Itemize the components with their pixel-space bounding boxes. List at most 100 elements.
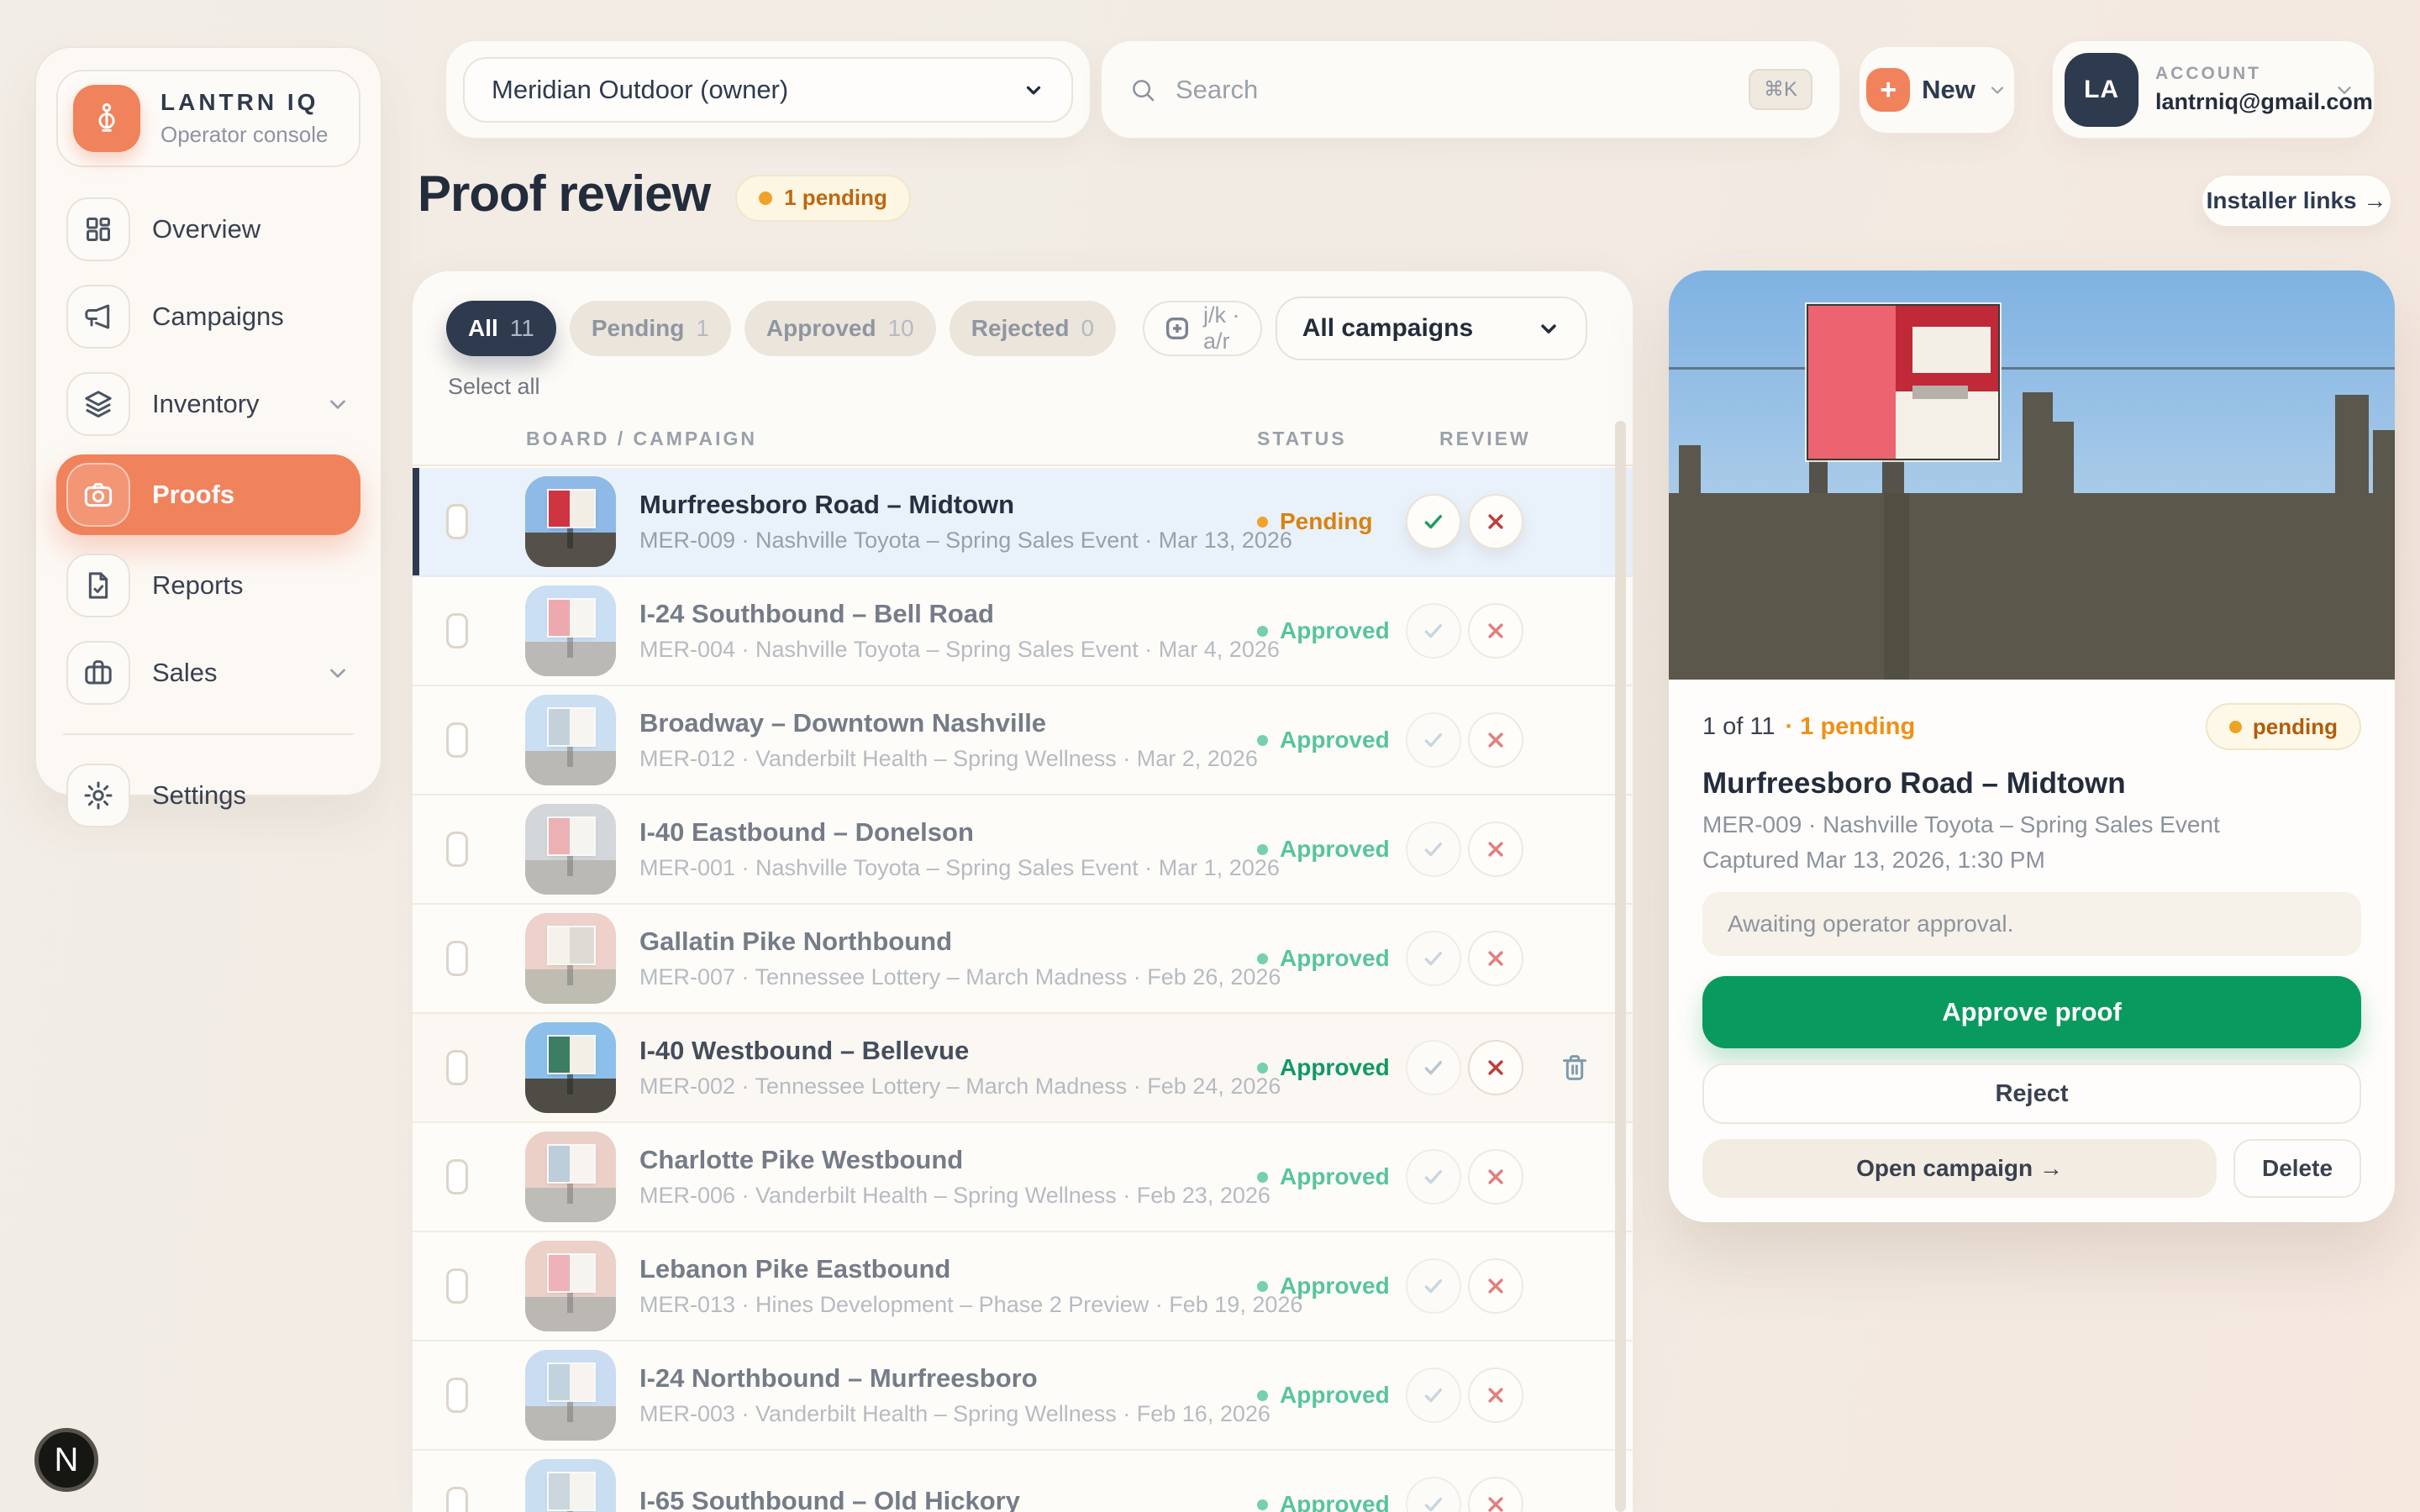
briefcase-icon [66, 641, 130, 705]
framework-badge[interactable]: N [34, 1428, 98, 1492]
row-checkbox[interactable] [446, 832, 468, 867]
campaign-filter-select[interactable]: All campaigns [1276, 297, 1587, 360]
reject-row-button[interactable] [1468, 1040, 1523, 1095]
open-campaign-button[interactable]: Open campaign → [1702, 1139, 2217, 1198]
proof-meta: MER-009 · Nashville Toyota – Spring Sale… [1702, 811, 2361, 838]
approve-row-button[interactable] [1406, 931, 1461, 986]
row-status: Approved [1257, 836, 1390, 863]
table-row[interactable]: Lebanon Pike Eastbound MER-013 · Hines D… [413, 1232, 1633, 1341]
delete-proof-button[interactable]: Delete [2233, 1139, 2361, 1198]
trash-button[interactable] [1552, 1045, 1597, 1090]
sidebar-item-settings[interactable]: Settings [56, 759, 360, 832]
x-icon [1483, 618, 1508, 643]
x-icon [1483, 1055, 1508, 1080]
check-icon [1420, 836, 1447, 863]
approve-row-button[interactable] [1406, 822, 1461, 877]
table-row[interactable]: I-65 Southbound – Old Hickory Approved [413, 1451, 1633, 1512]
approve-row-button[interactable] [1406, 494, 1461, 549]
row-title: I-40 Eastbound – Donelson [639, 817, 1280, 848]
row-checkbox[interactable] [446, 1268, 468, 1304]
reject-row-button[interactable] [1468, 1368, 1523, 1423]
new-button-label: New [1922, 75, 1975, 105]
status-badge: pending [2206, 703, 2361, 750]
select-all-link[interactable]: Select all [448, 374, 540, 400]
row-title: Lebanon Pike Eastbound [639, 1254, 1302, 1284]
new-button[interactable]: + New [1859, 46, 2015, 134]
keyboard-icon [1163, 314, 1192, 343]
row-meta: MER-006 · Vanderbilt Health – Spring Wel… [639, 1183, 1270, 1209]
approve-row-button[interactable] [1406, 1258, 1461, 1314]
row-title: I-65 Southbound – Old Hickory [639, 1486, 1020, 1512]
status-dot-icon [1257, 735, 1268, 746]
row-meta: MER-004 · Nashville Toyota – Spring Sale… [639, 637, 1280, 663]
table-row[interactable]: I-40 Eastbound – Donelson MER-001 · Nash… [413, 795, 1633, 905]
reject-proof-button[interactable]: Reject [1702, 1063, 2361, 1124]
board-thumbnail [525, 1350, 616, 1441]
sidebar-item-proofs[interactable]: Proofs [56, 454, 360, 535]
sidebar-item-sales[interactable]: Sales [56, 636, 360, 710]
row-meta: MER-003 · Vanderbilt Health – Spring Wel… [639, 1401, 1270, 1427]
search-input[interactable]: Search [1176, 75, 1730, 105]
row-checkbox[interactable] [446, 613, 468, 648]
workspace-select[interactable]: Meridian Outdoor (owner) [463, 57, 1073, 123]
sidebar-item-inventory[interactable]: Inventory [56, 367, 360, 441]
approve-proof-button[interactable]: Approve proof [1702, 976, 2361, 1048]
table-row[interactable]: Murfreesboro Road – Midtown MER-009 · Na… [413, 468, 1633, 577]
reject-row-button[interactable] [1468, 712, 1523, 768]
page-title: Proof review [418, 165, 710, 223]
check-icon [1420, 1273, 1447, 1299]
board-thumbnail [525, 913, 616, 1004]
row-title: Gallatin Pike Northbound [639, 927, 1281, 957]
table-row[interactable]: I-24 Northbound – Murfreesboro MER-003 ·… [413, 1341, 1633, 1451]
table-row[interactable]: Charlotte Pike Westbound MER-006 · Vande… [413, 1123, 1633, 1232]
reject-row-button[interactable] [1468, 822, 1523, 877]
sidebar-item-campaigns[interactable]: Campaigns [56, 280, 360, 354]
approve-row-button[interactable] [1406, 1368, 1461, 1423]
installer-links-button[interactable]: Installer links → [2202, 175, 2391, 227]
reject-row-button[interactable] [1468, 1477, 1523, 1512]
table-row[interactable]: I-24 Southbound – Bell Road MER-004 · Na… [413, 577, 1633, 686]
x-icon [1483, 1492, 1508, 1512]
status-label: Approved [1280, 836, 1390, 863]
search-bar[interactable]: Search ⌘K [1101, 40, 1840, 139]
sidebar-item-reports[interactable]: Reports [56, 549, 360, 622]
row-status: Approved [1257, 1491, 1390, 1512]
row-checkbox[interactable] [446, 1487, 468, 1512]
list-scrollbar[interactable] [1615, 421, 1626, 1512]
approve-row-button[interactable] [1406, 1149, 1461, 1205]
filter-tab-pending[interactable]: Pending1 [570, 301, 731, 356]
filter-tab-approved[interactable]: Approved10 [744, 301, 936, 356]
sidebar-item-label: Inventory [152, 389, 303, 419]
reject-row-button[interactable] [1468, 603, 1523, 659]
reject-row-button[interactable] [1468, 1149, 1523, 1205]
reject-row-button[interactable] [1468, 931, 1523, 986]
row-checkbox[interactable] [446, 722, 468, 758]
sidebar-item-overview[interactable]: Overview [56, 192, 360, 266]
reject-row-button[interactable] [1468, 494, 1523, 549]
account-menu[interactable]: LA ACCOUNT lantrniq@gmail.com [2052, 40, 2375, 139]
keyboard-shortcut-hint: j/k · a/r [1143, 301, 1262, 356]
filter-tab-all[interactable]: All11 [446, 301, 556, 356]
approve-row-button[interactable] [1406, 712, 1461, 768]
table-row[interactable]: Gallatin Pike Northbound MER-007 · Tenne… [413, 905, 1633, 1014]
table-row[interactable]: Broadway – Downtown Nashville MER-012 · … [413, 686, 1633, 795]
row-checkbox[interactable] [446, 1050, 468, 1085]
row-status: Approved [1257, 1163, 1390, 1190]
reject-row-button[interactable] [1468, 1258, 1523, 1314]
status-dot-icon [1257, 1390, 1268, 1401]
filter-tab-rejected[interactable]: Rejected0 [950, 301, 1116, 356]
row-checkbox[interactable] [446, 1378, 468, 1413]
row-checkbox[interactable] [446, 1159, 468, 1194]
layers-icon [66, 372, 130, 436]
row-title: Charlotte Pike Westbound [639, 1145, 1270, 1175]
row-checkbox[interactable] [446, 941, 468, 976]
row-checkbox[interactable] [446, 504, 468, 539]
approve-row-button[interactable] [1406, 1040, 1461, 1095]
approve-row-button[interactable] [1406, 603, 1461, 659]
approve-row-button[interactable] [1406, 1477, 1461, 1512]
megaphone-icon [66, 285, 130, 349]
check-icon [1420, 1054, 1447, 1081]
avatar: LA [2065, 53, 2139, 127]
table-header: BOARD / CAMPAIGN STATUS REVIEW [413, 412, 1633, 466]
table-row[interactable]: I-40 Westbound – Bellevue MER-002 · Tenn… [413, 1014, 1633, 1123]
